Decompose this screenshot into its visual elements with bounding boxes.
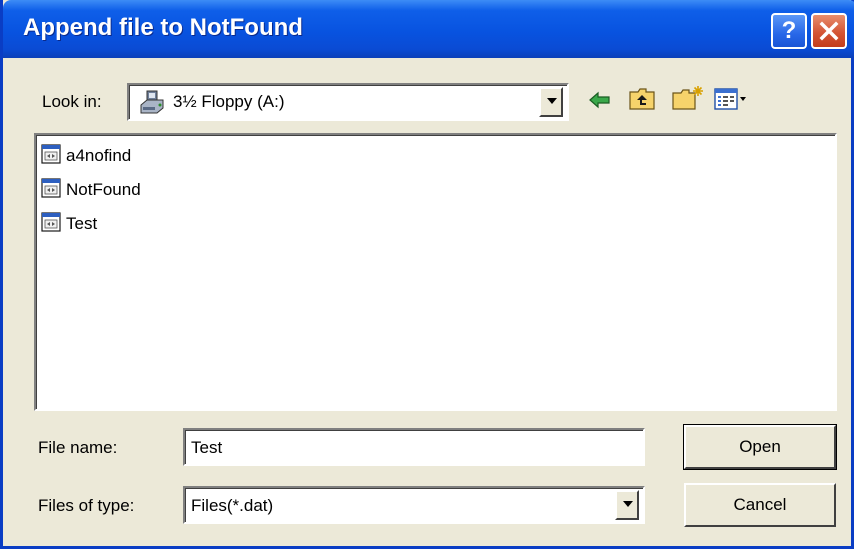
close-button[interactable] [811,13,847,49]
view-menu-icon[interactable] [713,86,749,117]
cancel-button[interactable]: Cancel [684,483,836,527]
dat-file-icon [40,143,62,170]
file-type-combo[interactable]: Files(*.dat) [183,486,645,524]
file-dialog: Append file to NotFound ? Look in: 3½ Fl… [0,0,854,549]
list-item[interactable]: Test [40,210,97,238]
file-type-label: Files of type: [38,496,135,515]
list-item[interactable]: a4nofind [40,142,131,170]
help-button[interactable]: ? [771,13,807,49]
file-name: Test [66,214,98,233]
close-icon [819,21,839,41]
cancel-button-label: Cancel [733,495,787,514]
floppy-drive-icon [139,89,165,120]
look-in-dropdown-arrow[interactable] [539,87,563,117]
file-type-value: Files(*.dat) [191,496,274,515]
list-item[interactable]: NotFound [40,176,141,204]
file-list[interactable]: a4nofind NotFound Test [34,133,837,411]
title-bar[interactable]: Append file to NotFound ? [3,0,854,58]
dat-file-icon [40,177,62,204]
file-name-value: Test [191,438,223,457]
file-name-label: File name: [38,438,118,457]
file-name: a4nofind [66,146,132,165]
look-in-label: Look in: [42,92,102,111]
up-folder-icon[interactable] [628,86,656,117]
look-in-combo[interactable]: 3½ Floppy (A:) [127,83,569,121]
dat-file-icon [40,211,62,238]
open-button-label: Open [739,437,781,456]
window-title: Append file to NotFound [23,14,303,41]
look-in-value: 3½ Floppy (A:) [173,92,285,111]
help-icon: ? [781,17,797,44]
file-type-dropdown-arrow[interactable] [615,490,639,520]
open-button[interactable]: Open [683,424,837,470]
file-name: NotFound [66,180,141,199]
file-name-input[interactable]: Test [183,428,645,466]
back-arrow-icon[interactable] [587,88,613,117]
new-folder-icon[interactable] [671,84,705,117]
